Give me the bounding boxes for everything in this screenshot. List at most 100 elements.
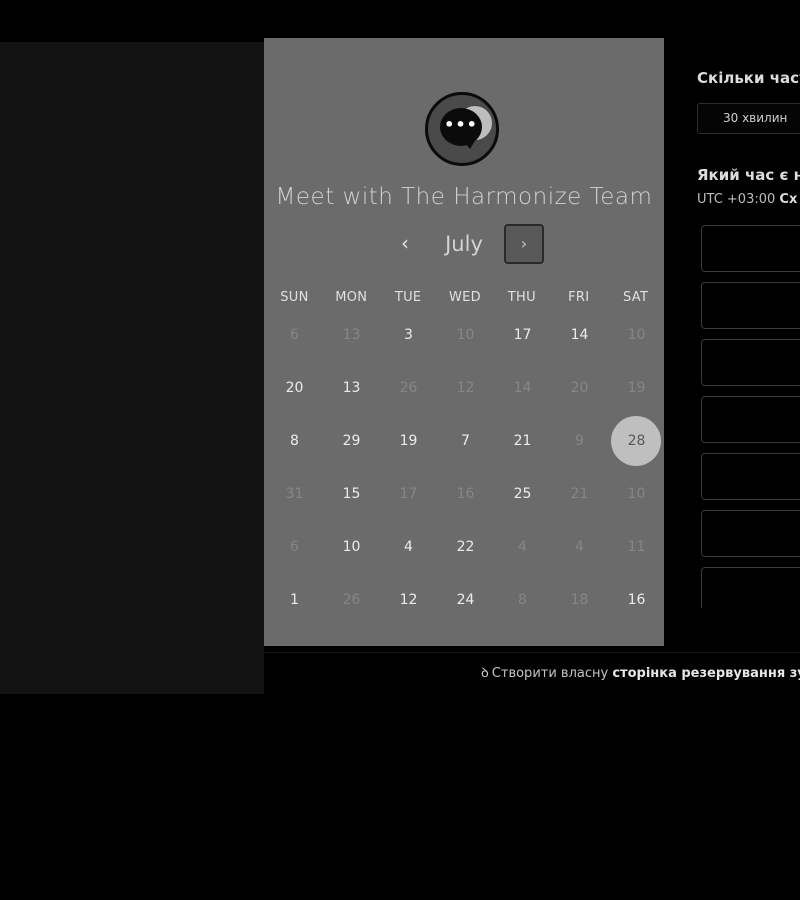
calendar-day-number: 26 <box>342 591 361 608</box>
calendar-day: 14 <box>494 361 551 414</box>
calendar-day-number: 14 <box>570 326 589 343</box>
calendar-day-number: 15 <box>342 485 361 502</box>
calendar-day[interactable]: 17 <box>494 308 551 361</box>
calendar-day: 20 <box>551 361 608 414</box>
calendar-day[interactable]: 24 <box>437 573 494 626</box>
duration-question: Скільки часу <box>697 69 800 87</box>
calendar-day[interactable]: 14 <box>551 308 608 361</box>
calendar-day: 13 <box>323 308 380 361</box>
calendar-day-grid: 6 13 3 10 17 14 10 20 13 26 12 14 20 19 8 29 19 7 21 9 28 31 1… <box>266 308 664 626</box>
calendar-day-number: 31 <box>285 485 304 502</box>
timezone-offset: UTC +03:00 <box>697 192 776 207</box>
calendar-day-number: 9 <box>575 432 584 449</box>
weekday-label: SAT <box>622 290 649 305</box>
calendar-day-number: 4 <box>518 538 527 555</box>
calendar-day-number: 10 <box>627 326 646 343</box>
calendar-day-number: 17 <box>513 326 532 343</box>
calendar-day[interactable]: 22 <box>437 520 494 573</box>
chat-bubble-tail-icon <box>462 139 476 149</box>
calendar-day-number: 1 <box>290 591 299 608</box>
calendar-day-number: 7 <box>461 432 470 449</box>
calendar-day-number: 12 <box>399 591 418 608</box>
weekday-label: TUE <box>394 290 422 305</box>
calendar-day-number: 25 <box>513 485 532 502</box>
calendar-day-number: 13 <box>342 326 361 343</box>
time-slot-button[interactable] <box>701 453 800 500</box>
calendar-day-number: 3 <box>404 326 413 343</box>
calendar-day: 10 <box>608 308 665 361</box>
timezone-selector[interactable]: UTC +03:00 Сх <box>697 192 797 207</box>
calendar-day[interactable]: 29 <box>323 414 380 467</box>
calendar-day-selected[interactable]: 28 <box>608 414 665 467</box>
calendar-day[interactable]: 21 <box>494 414 551 467</box>
calendar-day: 6 <box>266 308 323 361</box>
duration-option-button[interactable]: 30 хвилин <box>697 103 800 134</box>
calendar-day[interactable]: 10 <box>323 520 380 573</box>
create-booking-page-link[interactable]: ꝺ Створити власну сторінка резервування з… <box>481 663 800 681</box>
calendar-day-number: 14 <box>513 379 532 396</box>
calendar-day-number: 8 <box>518 591 527 608</box>
weekday-label: FRI <box>568 290 590 305</box>
calendar-day[interactable]: 16 <box>608 573 665 626</box>
calendar-day: 9 <box>551 414 608 467</box>
calendar-day[interactable]: 7 <box>437 414 494 467</box>
calendar-day: 26 <box>380 361 437 414</box>
calendar-day: 4 <box>551 520 608 573</box>
calendar-day: 6 <box>266 520 323 573</box>
next-month-button[interactable]: › <box>504 224 544 264</box>
calendar-day[interactable]: 1 <box>266 573 323 626</box>
weekday-header: SUN MON TUE WED THU FRI SAT <box>266 290 664 305</box>
calendar-day[interactable]: 8 <box>266 414 323 467</box>
team-logo: ••• <box>425 92 499 166</box>
calendar-day-number: 24 <box>456 591 475 608</box>
calendar-day: 18 <box>551 573 608 626</box>
calendar-day: 17 <box>380 467 437 520</box>
calendar-day[interactable]: 15 <box>323 467 380 520</box>
calendar-day[interactable]: 12 <box>380 573 437 626</box>
calendar-day-number: 6 <box>290 538 299 555</box>
calendar-day-number: 16 <box>627 591 646 608</box>
calendar-day-number: 10 <box>627 485 646 502</box>
calendar-day-number: 20 <box>570 379 589 396</box>
calendar-day-number: 8 <box>290 432 299 449</box>
calendar-day-number: 20 <box>285 379 304 396</box>
calendar-day: 19 <box>608 361 665 414</box>
calendar-day: 31 <box>266 467 323 520</box>
weekday-label: THU <box>507 290 536 305</box>
calendar-day[interactable]: 4 <box>380 520 437 573</box>
calendar-day[interactable]: 25 <box>494 467 551 520</box>
calendar-day-number: 19 <box>399 432 418 449</box>
calendar-day-number: 16 <box>456 485 475 502</box>
calendar-day: 8 <box>494 573 551 626</box>
calendar-day: 11 <box>608 520 665 573</box>
weekday-label: SUN <box>280 290 309 305</box>
calendar-day[interactable]: 20 <box>266 361 323 414</box>
time-slot-button[interactable] <box>701 282 800 329</box>
time-slot-button[interactable] <box>701 339 800 386</box>
calendar-day-number: 13 <box>342 379 361 396</box>
calendar-day: 21 <box>551 467 608 520</box>
calendar-day-number: 19 <box>627 379 646 396</box>
booking-panel: Скільки часу 30 хвилин Який час є на UTC… <box>664 38 800 608</box>
time-slot-button[interactable] <box>701 510 800 557</box>
calendar-panel: ••• Meet with The Harmonize Team ‹ July … <box>264 38 664 646</box>
timezone-name: Сх <box>779 192 798 207</box>
calendar-day-number: 12 <box>456 379 475 396</box>
time-slot-button[interactable] <box>701 567 800 608</box>
time-slot-button[interactable] <box>701 225 800 272</box>
month-label: July <box>445 232 483 256</box>
time-slot-button[interactable] <box>701 396 800 443</box>
calendar-day[interactable]: 19 <box>380 414 437 467</box>
sprocket-icon: ꝺ <box>481 666 489 681</box>
calendar-day: 4 <box>494 520 551 573</box>
calendar-day-number: 28 <box>627 432 646 449</box>
prev-month-button[interactable]: ‹ <box>388 226 422 260</box>
calendar-day-number: 26 <box>399 379 418 396</box>
calendar-day-number: 17 <box>399 485 418 502</box>
calendar-day-number: 4 <box>575 538 584 555</box>
team-title: Meet with The Harmonize Team <box>275 184 653 210</box>
time-slot-list <box>701 225 800 608</box>
calendar-day[interactable]: 3 <box>380 308 437 361</box>
calendar-day[interactable]: 13 <box>323 361 380 414</box>
calendar-day: 12 <box>437 361 494 414</box>
